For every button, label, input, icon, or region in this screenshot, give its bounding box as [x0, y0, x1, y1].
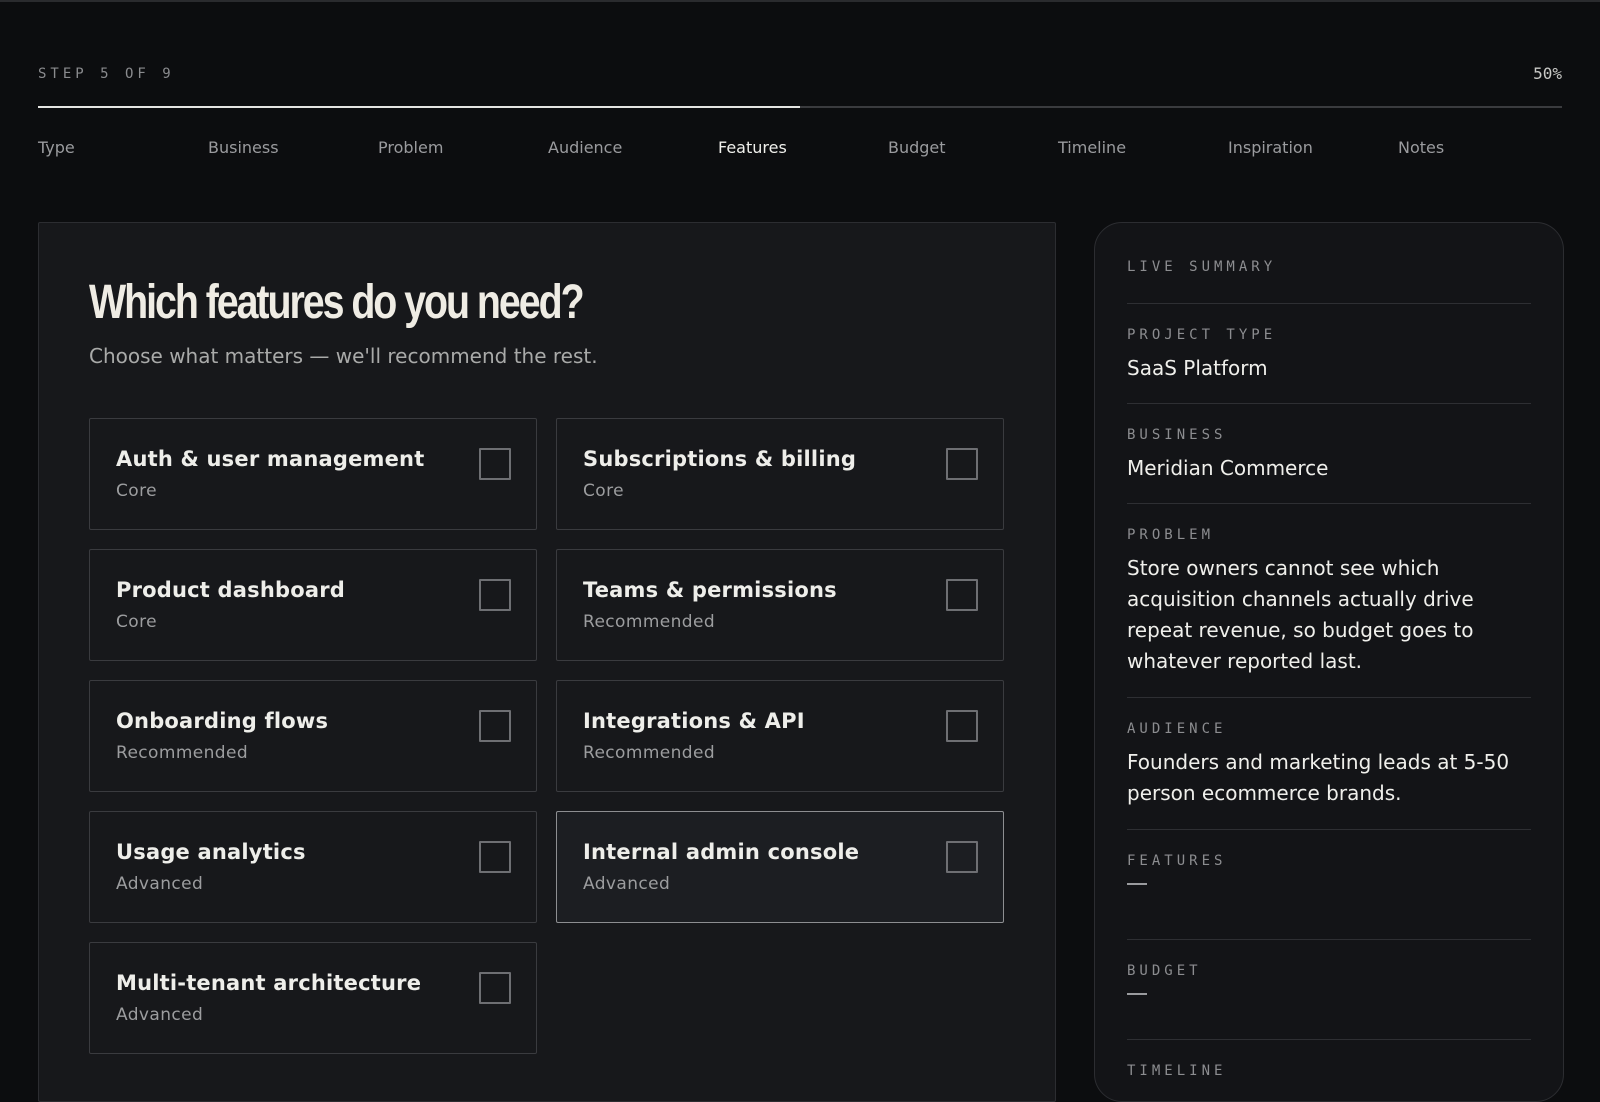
feature-tier: Core: [583, 481, 624, 501]
step-counter: STEP 5 OF 9: [38, 66, 175, 82]
step-tab-timeline[interactable]: Timeline: [1058, 138, 1126, 157]
summary-key: PROBLEM: [1127, 527, 1215, 543]
summary-key: PROJECT TYPE: [1127, 327, 1277, 343]
feature-option-teams[interactable]: Teams & permissions Recommended: [556, 549, 1004, 661]
feature-tier: Core: [116, 481, 157, 501]
feature-label: Internal admin console: [583, 840, 860, 864]
divider: [1127, 939, 1531, 940]
feature-tier: Recommended: [583, 612, 716, 632]
feature-checkbox[interactable]: [946, 841, 978, 873]
step-tab-notes[interactable]: Notes: [1398, 138, 1444, 157]
summary-key: FEATURES: [1127, 853, 1227, 869]
step-tab-audience[interactable]: Audience: [548, 138, 622, 157]
feature-label: Usage analytics: [116, 840, 306, 864]
feature-tier: Advanced: [116, 874, 204, 894]
feature-label: Teams & permissions: [583, 578, 837, 602]
feature-label: Auth & user management: [116, 447, 425, 471]
summary-value: Store owners cannot see which acquisitio…: [1127, 556, 1474, 673]
summary-key: TIMELINE: [1127, 1063, 1227, 1079]
summary-timeline: TIMELINE: [1127, 1063, 1531, 1079]
summary-audience: AUDIENCE Founders and marketing leads at…: [1127, 721, 1531, 809]
feature-checkbox[interactable]: [946, 448, 978, 480]
feature-label: Multi-tenant architecture: [116, 971, 422, 995]
step-tab-features[interactable]: Features: [718, 138, 787, 157]
summary-value: Meridian Commerce: [1127, 456, 1329, 480]
progress-percent: 50%: [1533, 64, 1562, 83]
empty-value-dash: [1127, 993, 1147, 995]
feature-option-integrations[interactable]: Integrations & API Recommended: [556, 680, 1004, 792]
step-tab-budget[interactable]: Budget: [888, 138, 946, 157]
page-title: Which features do you need?: [89, 276, 585, 329]
summary-project-type: PROJECT TYPE SaaS Platform: [1127, 327, 1531, 384]
feature-option-auth[interactable]: Auth & user management Core: [89, 418, 537, 530]
feature-label: Product dashboard: [116, 578, 346, 602]
live-summary-panel: LIVE SUMMARY PROJECT TYPE SaaS Platform …: [1094, 222, 1564, 1102]
features-card: Which features do you need? Choose what …: [38, 222, 1056, 1102]
progress-header: STEP 5 OF 9 50%: [38, 64, 1562, 84]
divider: [1127, 697, 1531, 698]
feature-tier: Advanced: [583, 874, 671, 894]
feature-option-admin-console[interactable]: Internal admin console Advanced: [556, 811, 1004, 923]
divider: [1127, 403, 1531, 404]
empty-value-dash: [1127, 883, 1147, 885]
summary-budget: BUDGET: [1127, 963, 1531, 995]
feature-checkbox[interactable]: [946, 579, 978, 611]
feature-label: Integrations & API: [583, 709, 805, 733]
step-nav: Type Business Problem Audience Features …: [38, 138, 1562, 162]
feature-checkbox[interactable]: [946, 710, 978, 742]
summary-features: FEATURES: [1127, 853, 1531, 885]
page-subtitle: Choose what matters — we'll recommend th…: [89, 344, 598, 368]
divider: [1127, 303, 1531, 304]
feature-option-dashboard[interactable]: Product dashboard Core: [89, 549, 537, 661]
summary-key: BUDGET: [1127, 963, 1202, 979]
step-tab-type[interactable]: Type: [38, 138, 75, 157]
summary-key: BUSINESS: [1127, 427, 1227, 443]
step-tab-business[interactable]: Business: [208, 138, 279, 157]
feature-label: Onboarding flows: [116, 709, 329, 733]
step-tab-inspiration[interactable]: Inspiration: [1228, 138, 1313, 157]
step-tab-problem[interactable]: Problem: [378, 138, 443, 157]
divider: [1127, 829, 1531, 830]
summary-value: Founders and marketing leads at 5-50 per…: [1127, 750, 1510, 805]
summary-value: SaaS Platform: [1127, 356, 1268, 380]
divider: [1127, 503, 1531, 504]
summary-problem: PROBLEM Store owners cannot see which ac…: [1127, 527, 1531, 677]
progress-bar-fill: [38, 106, 800, 108]
summary-heading: LIVE SUMMARY: [1127, 259, 1277, 275]
feature-option-analytics[interactable]: Usage analytics Advanced: [89, 811, 537, 923]
feature-tier: Recommended: [116, 743, 249, 763]
feature-checkbox[interactable]: [479, 579, 511, 611]
summary-key: AUDIENCE: [1127, 721, 1227, 737]
summary-business: BUSINESS Meridian Commerce: [1127, 427, 1531, 484]
divider: [1127, 1039, 1531, 1040]
feature-checkbox[interactable]: [479, 972, 511, 1004]
feature-tier: Recommended: [583, 743, 716, 763]
feature-option-onboarding[interactable]: Onboarding flows Recommended: [89, 680, 537, 792]
feature-option-billing[interactable]: Subscriptions & billing Core: [556, 418, 1004, 530]
feature-option-multi-tenant[interactable]: Multi-tenant architecture Advanced: [89, 942, 537, 1054]
feature-tier: Core: [116, 612, 157, 632]
feature-tier: Advanced: [116, 1005, 204, 1025]
window-top-edge: [0, 0, 1600, 2]
feature-checkbox[interactable]: [479, 710, 511, 742]
feature-checkbox[interactable]: [479, 841, 511, 873]
feature-checkbox[interactable]: [479, 448, 511, 480]
feature-label: Subscriptions & billing: [583, 447, 857, 471]
progress-bar: [38, 106, 1562, 108]
